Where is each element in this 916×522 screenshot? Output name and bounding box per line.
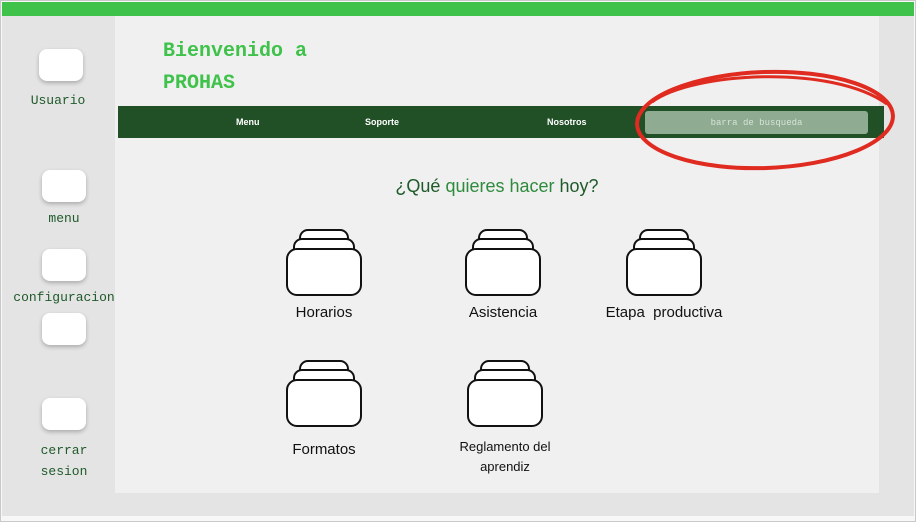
question-accent: quieres hacer: [445, 176, 555, 196]
navbar: Menu Soporte Nosotros: [118, 106, 884, 138]
user-button[interactable]: [39, 49, 83, 81]
card-label-asistencia: Asistencia: [468, 304, 538, 321]
folder-stack-icon: [465, 229, 541, 296]
folder-stack-icon: [467, 360, 543, 427]
folder-stack-icon: [626, 229, 702, 296]
folder-stack-icon: [286, 229, 362, 296]
nav-item-menu[interactable]: Menu: [236, 106, 260, 138]
card-label-horarios: Horarios: [295, 304, 353, 321]
blank-sidebar-button[interactable]: [42, 313, 86, 345]
sidebar-label-usuario: Usuario: [30, 93, 86, 108]
card-formatos[interactable]: Formatos: [264, 359, 384, 458]
main-content: Bienvenido a PROHAS Menu Soporte Nosotro…: [115, 16, 884, 493]
settings-button[interactable]: [42, 249, 86, 281]
top-accent-bar: [2, 2, 914, 16]
card-etapa-productiva[interactable]: Etapa productiva: [595, 228, 733, 321]
sidebar-label-menu: menu: [48, 211, 80, 226]
question-part-1: ¿Qué: [395, 176, 446, 196]
logout-button[interactable]: [42, 398, 86, 430]
nav-item-soporte[interactable]: Soporte: [365, 106, 399, 138]
card-label-etapa-productiva: Etapa productiva: [605, 304, 723, 321]
folder-stack-icon: [286, 360, 362, 427]
card-label-formatos: Formatos: [292, 441, 356, 458]
page-question: ¿Qué quieres hacer hoy?: [115, 176, 879, 197]
page-title: Bienvenido a PROHAS: [163, 40, 308, 95]
menu-button[interactable]: [42, 170, 86, 202]
card-reglamento[interactable]: Reglamento del aprendiz: [445, 359, 565, 477]
sidebar-label-cerrar-sesion: cerrar sesion: [40, 443, 88, 479]
sidebar: Usuario menu configuracion cerrar sesion: [0, 16, 116, 516]
search-input[interactable]: [645, 111, 868, 134]
sidebar-label-configuracion: configuracion: [13, 290, 115, 305]
card-asistencia[interactable]: Asistencia: [441, 228, 565, 321]
card-label-reglamento: Reglamento del aprendiz: [459, 439, 551, 474]
question-part-2: hoy?: [554, 176, 599, 196]
card-horarios[interactable]: Horarios: [264, 228, 384, 321]
nav-item-nosotros[interactable]: Nosotros: [547, 106, 587, 138]
